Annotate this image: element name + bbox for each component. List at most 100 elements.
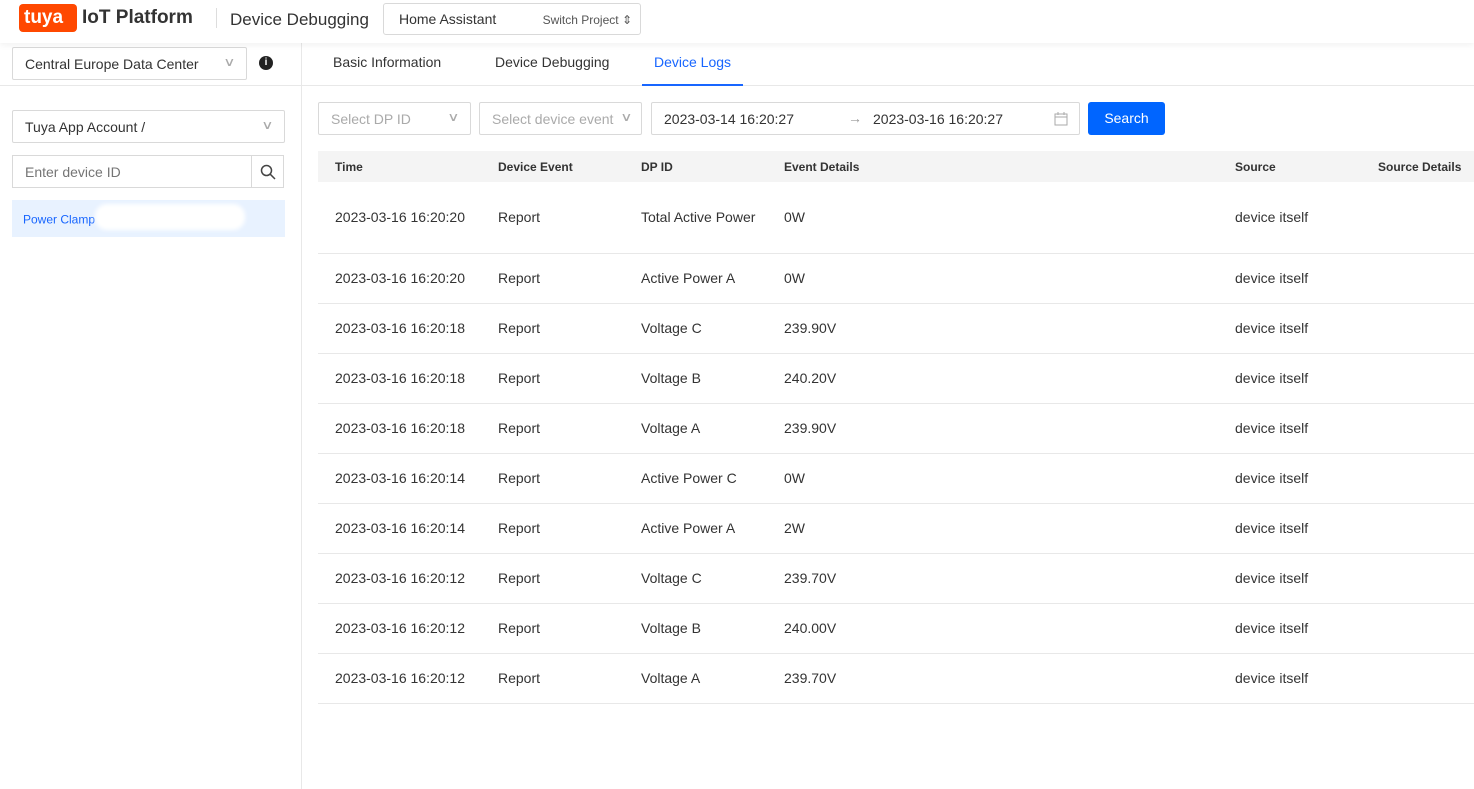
account-select[interactable]: Tuya App Account / ∨ bbox=[12, 110, 285, 143]
dp-id-placeholder: Select DP ID bbox=[331, 111, 411, 127]
column-header: Time bbox=[318, 151, 481, 182]
divider bbox=[216, 8, 217, 28]
device-event-placeholder: Select device event bbox=[492, 111, 614, 127]
table-cell: Voltage B bbox=[624, 353, 767, 404]
table-cell: Report bbox=[481, 182, 624, 254]
tab-basic-information[interactable]: Basic Information bbox=[333, 54, 441, 86]
table-row: 2023-03-16 16:20:12 Report Voltage B 240.00… bbox=[318, 603, 1474, 654]
table-cell bbox=[1361, 403, 1474, 454]
table-cell: Report bbox=[481, 453, 624, 504]
table-cell: Voltage C bbox=[624, 553, 767, 604]
date-range-picker[interactable]: 2023-03-14 16:20:27 → 2023-03-16 16:20:2… bbox=[651, 102, 1080, 135]
table-cell: Total Active Power bbox=[624, 182, 767, 254]
table-cell: Active Power A bbox=[624, 253, 767, 304]
table-cell bbox=[1361, 553, 1474, 604]
device-list-item[interactable]: Power Clamp bbox=[12, 200, 285, 237]
device-id-input[interactable] bbox=[12, 155, 252, 188]
table-row: 2023-03-16 16:20:20 Report Active Power A0… bbox=[318, 253, 1474, 304]
tab-device-debugging[interactable]: Device Debugging bbox=[495, 54, 609, 86]
table-cell: 240.00V bbox=[767, 603, 1218, 654]
table-cell bbox=[1361, 653, 1474, 704]
chevron-down-icon: ∨ bbox=[261, 118, 274, 132]
table-cell: Voltage A bbox=[624, 403, 767, 454]
table-cell: 2023-03-16 16:20:18 bbox=[318, 353, 481, 404]
end-date-input[interactable]: 2023-03-16 16:20:27 bbox=[873, 111, 1003, 127]
search-icon bbox=[260, 164, 276, 180]
table-cell bbox=[1361, 353, 1474, 404]
device-event-select[interactable]: Select device event ∨ bbox=[479, 102, 642, 135]
table-cell: 0W bbox=[767, 453, 1218, 504]
start-date-input[interactable]: 2023-03-14 16:20:27 bbox=[664, 111, 794, 127]
brand-name: IoT Platform bbox=[82, 7, 193, 28]
table-cell: device itself bbox=[1218, 403, 1361, 454]
table-cell: 2023-03-16 16:20:20 bbox=[318, 253, 481, 304]
table-cell: Voltage B bbox=[624, 603, 767, 654]
redacted-region bbox=[95, 204, 246, 230]
table-cell: Report bbox=[481, 553, 624, 604]
table-cell: device itself bbox=[1218, 453, 1361, 504]
device-name: Power Clamp bbox=[23, 212, 96, 227]
table-header: Time Device Event DP ID Event Details Source… bbox=[318, 151, 1474, 182]
table-row: 2023-03-16 16:20:20 Report Total Active Po… bbox=[318, 182, 1474, 254]
table-row: 2023-03-16 16:20:18 Report Voltage B 240.20… bbox=[318, 353, 1474, 404]
table-cell bbox=[1361, 253, 1474, 304]
chevron-down-icon: ∨ bbox=[447, 110, 460, 124]
switch-project-label: Switch Project bbox=[542, 13, 619, 27]
page-title: Device Debugging bbox=[230, 10, 369, 29]
table-cell: device itself bbox=[1218, 253, 1361, 304]
table-row: 2023-03-16 16:20:14 Report Active Power A2… bbox=[318, 503, 1474, 554]
search-submit-button[interactable]: Search bbox=[1088, 102, 1165, 135]
arrow-right-icon: → bbox=[848, 110, 862, 126]
table-row: 2023-03-16 16:20:18 Report Voltage A 239.90… bbox=[318, 403, 1474, 454]
chevron-down-icon: ∨ bbox=[620, 110, 633, 124]
account-value: Tuya App Account / bbox=[25, 119, 146, 135]
table-cell: 2023-03-16 16:20:14 bbox=[318, 453, 481, 504]
table-row: 2023-03-16 16:20:14 Report Active Power C0… bbox=[318, 453, 1474, 504]
column-header: DP ID bbox=[624, 151, 767, 182]
table-cell: 2023-03-16 16:20:18 bbox=[318, 303, 481, 354]
table-row: 2023-03-16 16:20:12 Report Voltage C 239.70… bbox=[318, 553, 1474, 604]
table-cell: 2W bbox=[767, 503, 1218, 554]
table-cell bbox=[1361, 603, 1474, 654]
table-row: 2023-03-16 16:20:12 Report Voltage A 239.70… bbox=[318, 653, 1474, 704]
table-cell: 2023-03-16 16:20:12 bbox=[318, 653, 481, 704]
table-cell bbox=[1361, 503, 1474, 554]
table-cell bbox=[1361, 453, 1474, 504]
data-center-value: Central Europe Data Center bbox=[25, 56, 199, 72]
table-cell: device itself bbox=[1218, 503, 1361, 554]
table-cell: device itself bbox=[1218, 603, 1361, 654]
top-header: tuya IoT Platform Device Debugging Home … bbox=[0, 0, 1474, 43]
search-button[interactable] bbox=[251, 155, 284, 188]
tab-device-logs[interactable]: Device Logs bbox=[642, 54, 744, 86]
column-header: Device Event bbox=[481, 151, 624, 182]
table-cell: 2023-03-16 16:20:20 bbox=[318, 182, 481, 254]
tuya-logo[interactable]: tuya bbox=[19, 4, 77, 32]
table-cell: Active Power C bbox=[624, 453, 767, 504]
table-cell: device itself bbox=[1218, 182, 1361, 254]
sort-chevron-icon: ⇕ bbox=[621, 13, 632, 27]
project-switcher[interactable]: Home Assistant Switch Project ⇕ bbox=[383, 3, 641, 35]
dp-id-select[interactable]: Select DP ID ∨ bbox=[318, 102, 471, 135]
table-cell: device itself bbox=[1218, 553, 1361, 604]
tab-bar: Basic Information Device Debugging Devic… bbox=[302, 43, 1474, 86]
table-cell: device itself bbox=[1218, 653, 1361, 704]
column-header: Source bbox=[1218, 151, 1361, 182]
table-cell: device itself bbox=[1218, 303, 1361, 354]
table-cell: Voltage C bbox=[624, 303, 767, 354]
table-cell: Report bbox=[481, 503, 624, 554]
table-cell: 240.20V bbox=[767, 353, 1218, 404]
table-cell: Report bbox=[481, 253, 624, 304]
table-cell: 239.90V bbox=[767, 403, 1218, 454]
data-center-select[interactable]: Central Europe Data Center ∨ bbox=[12, 47, 247, 80]
table-row: 2023-03-16 16:20:18 Report Voltage C 239.90… bbox=[318, 303, 1474, 354]
table-cell: Report bbox=[481, 403, 624, 454]
column-header: Event Details bbox=[767, 151, 1218, 182]
project-name: Home Assistant bbox=[399, 11, 497, 27]
sidebar: Central Europe Data Center ∨ i Tuya App … bbox=[0, 43, 302, 789]
table-cell: 2023-03-16 16:20:12 bbox=[318, 553, 481, 604]
info-icon[interactable]: i bbox=[259, 56, 273, 70]
table-cell: Report bbox=[481, 603, 624, 654]
table-cell: 239.70V bbox=[767, 553, 1218, 604]
table-cell: Active Power A bbox=[624, 503, 767, 554]
table-cell: Voltage A bbox=[624, 653, 767, 704]
